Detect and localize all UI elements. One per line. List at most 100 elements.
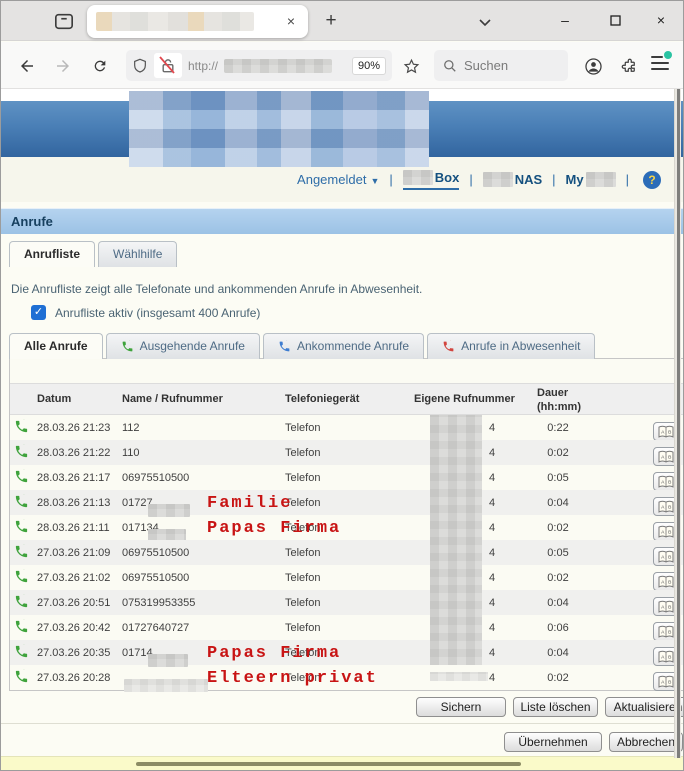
new-tab-button[interactable]: + bbox=[317, 7, 345, 35]
forward-button[interactable] bbox=[51, 54, 75, 78]
table-row[interactable]: 28.03.26 21:17 06975510500 Telefon 4 0:0… bbox=[10, 465, 683, 490]
redacted-brand bbox=[403, 170, 433, 185]
window-minimize-button[interactable]: – bbox=[549, 7, 581, 34]
back-button[interactable] bbox=[15, 54, 39, 78]
red-annotation: Papas Firma bbox=[207, 519, 341, 538]
help-icon[interactable]: ? bbox=[643, 171, 661, 189]
outgoing-call-icon bbox=[14, 569, 29, 584]
phonebook-icon bbox=[657, 525, 675, 539]
browser-tab[interactable]: × bbox=[87, 5, 308, 38]
aktualisieren-button[interactable]: Aktualisieren bbox=[605, 697, 684, 717]
call-own-number-suffix: 4 bbox=[489, 547, 495, 559]
phonebook-icon bbox=[657, 550, 675, 564]
phonebook-icon bbox=[657, 575, 675, 589]
uebernehmen-button[interactable]: Übernehmen bbox=[504, 732, 602, 752]
filter-tab-ausgehend[interactable]: Ausgehende Anrufe bbox=[106, 333, 260, 359]
main-tabbar: Anrufliste Wählhilfe bbox=[9, 241, 177, 267]
nav-link-nas[interactable]: NAS bbox=[483, 172, 542, 187]
table-row[interactable]: 27.03.26 20:51 075319953355 Telefon 4 0:… bbox=[10, 590, 683, 615]
horizontal-scrollbar-thumb[interactable] bbox=[136, 762, 521, 766]
outgoing-call-icon bbox=[14, 669, 29, 684]
zoom-level-badge[interactable]: 90% bbox=[352, 57, 386, 75]
call-own-number-suffix: 4 bbox=[489, 422, 495, 434]
call-own-number-suffix: 4 bbox=[489, 597, 495, 609]
vertical-scrollbar-thumb[interactable] bbox=[677, 89, 680, 758]
filter-tab-alle[interactable]: Alle Anrufe bbox=[9, 333, 103, 359]
table-header: Datum Name / Rufnummer Telefoniegerät Ei… bbox=[10, 383, 683, 415]
vertical-scrollbar[interactable] bbox=[674, 89, 681, 758]
list-tabs-chevron-icon[interactable] bbox=[473, 11, 497, 33]
tab-close-icon[interactable]: × bbox=[281, 11, 301, 31]
table-row[interactable]: 28.03.26 21:23 112 Telefon 4 0:22 bbox=[10, 415, 683, 440]
call-own-number-suffix: 4 bbox=[489, 647, 495, 659]
firefox-view-icon[interactable] bbox=[51, 9, 77, 33]
outgoing-call-icon bbox=[14, 469, 29, 484]
call-datum: 27.03.26 20:28 bbox=[37, 672, 110, 684]
menu-hamburger-icon[interactable] bbox=[651, 56, 669, 72]
call-device: Telefon bbox=[285, 472, 320, 484]
outgoing-call-icon bbox=[14, 494, 29, 509]
call-datum: 28.03.26 21:13 bbox=[37, 497, 110, 509]
table-row[interactable]: 28.03.26 21:11 017134 Telefon 4 0:02 Pap… bbox=[10, 515, 683, 540]
tracking-shield-icon[interactable] bbox=[132, 57, 148, 75]
insecure-lock-icon[interactable] bbox=[154, 53, 182, 78]
nav-link-box[interactable]: Box bbox=[403, 170, 460, 190]
redacted-own-number-fragment bbox=[430, 672, 488, 681]
reload-button[interactable] bbox=[88, 54, 112, 78]
table-row[interactable]: 27.03.26 21:02 06975510500 Telefon 4 0:0… bbox=[10, 565, 683, 590]
call-own-number-suffix: 4 bbox=[489, 572, 495, 584]
phonebook-icon bbox=[657, 600, 675, 614]
call-own-number-suffix: 4 bbox=[489, 522, 495, 534]
anrufliste-aktiv-checkbox[interactable]: ✓ bbox=[31, 305, 46, 320]
call-device: Telefon bbox=[285, 622, 320, 634]
account-icon[interactable] bbox=[581, 54, 605, 78]
call-own-number-suffix: 4 bbox=[489, 497, 495, 509]
window-maximize-button[interactable] bbox=[599, 7, 631, 34]
page-title: Anrufe bbox=[1, 208, 683, 234]
window-close-button[interactable]: × bbox=[645, 7, 677, 34]
call-datum: 28.03.26 21:22 bbox=[37, 447, 110, 459]
call-device: Telefon bbox=[285, 447, 320, 459]
table-row[interactable]: 27.03.26 20:42 01727640727 Telefon 4 0:0… bbox=[10, 615, 683, 640]
call-datum: 28.03.26 21:17 bbox=[37, 472, 110, 484]
url-bar[interactable]: http:// 90% bbox=[126, 50, 392, 81]
table-row[interactable]: 28.03.26 21:22 110 Telefon 4 0:02 bbox=[10, 440, 683, 465]
extensions-puzzle-icon[interactable] bbox=[617, 54, 641, 78]
horizontal-scrollbar[interactable] bbox=[1, 756, 683, 770]
call-duration: 0:02 bbox=[540, 522, 576, 534]
filter-tab-ankommend[interactable]: Ankommende Anrufe bbox=[263, 333, 424, 359]
search-bar[interactable]: Suchen bbox=[434, 50, 568, 81]
redacted-phone-number bbox=[124, 679, 208, 692]
table-row[interactable]: 27.03.26 21:09 06975510500 Telefon 4 0:0… bbox=[10, 540, 683, 565]
call-list-panel: Datum Name / Rufnummer Telefoniegerät Ei… bbox=[9, 358, 683, 691]
phonebook-icon bbox=[657, 650, 675, 664]
red-annotation: Elteern privat bbox=[207, 669, 378, 688]
filter-tab-abwesenheit[interactable]: Anrufe in Abwesenheit bbox=[427, 333, 595, 359]
sichern-button[interactable]: Sichern bbox=[416, 697, 506, 717]
call-device: Telefon bbox=[285, 547, 320, 559]
abbrechen-button[interactable]: Abbrechen bbox=[609, 732, 683, 752]
tab-anrufliste[interactable]: Anrufliste bbox=[9, 241, 95, 267]
call-duration: 0:04 bbox=[540, 647, 576, 659]
logged-in-menu[interactable]: Angemeldet▼ bbox=[297, 172, 379, 187]
tab-waehlhilfe[interactable]: Wählhilfe bbox=[98, 241, 177, 267]
outgoing-call-icon bbox=[14, 594, 29, 609]
intro-text: Die Anrufliste zeigt alle Telefonate und… bbox=[11, 282, 422, 296]
nav-link-myfritz[interactable]: My bbox=[566, 172, 616, 187]
liste-loeschen-button[interactable]: Liste löschen bbox=[513, 697, 598, 717]
bookmark-star-icon[interactable] bbox=[399, 54, 423, 78]
table-body: 28.03.26 21:23 112 Telefon 4 0:22 28.03.… bbox=[10, 415, 683, 690]
call-device: Telefon bbox=[285, 572, 320, 584]
outgoing-call-icon bbox=[14, 419, 29, 434]
table-row[interactable]: 27.03.26 20:35 01714 Telefon 4 0:04 Papa… bbox=[10, 640, 683, 665]
call-own-number-suffix: 4 bbox=[489, 472, 495, 484]
call-own-number-suffix: 4 bbox=[489, 622, 495, 634]
checkbox-label: Anrufliste aktiv (insgesamt 400 Anrufe) bbox=[55, 306, 260, 320]
phonebook-icon bbox=[657, 500, 675, 514]
table-row[interactable]: 28.03.26 21:13 01727 Telefon 4 0:04 Fami… bbox=[10, 490, 683, 515]
outgoing-call-icon bbox=[14, 544, 29, 559]
table-row[interactable]: 27.03.26 20:28 Telefon 4 0:02 Elteern pr… bbox=[10, 665, 683, 690]
filter-tabbar: Alle Anrufe Ausgehende Anrufe Ankommende… bbox=[9, 333, 595, 359]
call-name: 06975510500 bbox=[122, 472, 189, 484]
call-datum: 27.03.26 21:09 bbox=[37, 547, 110, 559]
